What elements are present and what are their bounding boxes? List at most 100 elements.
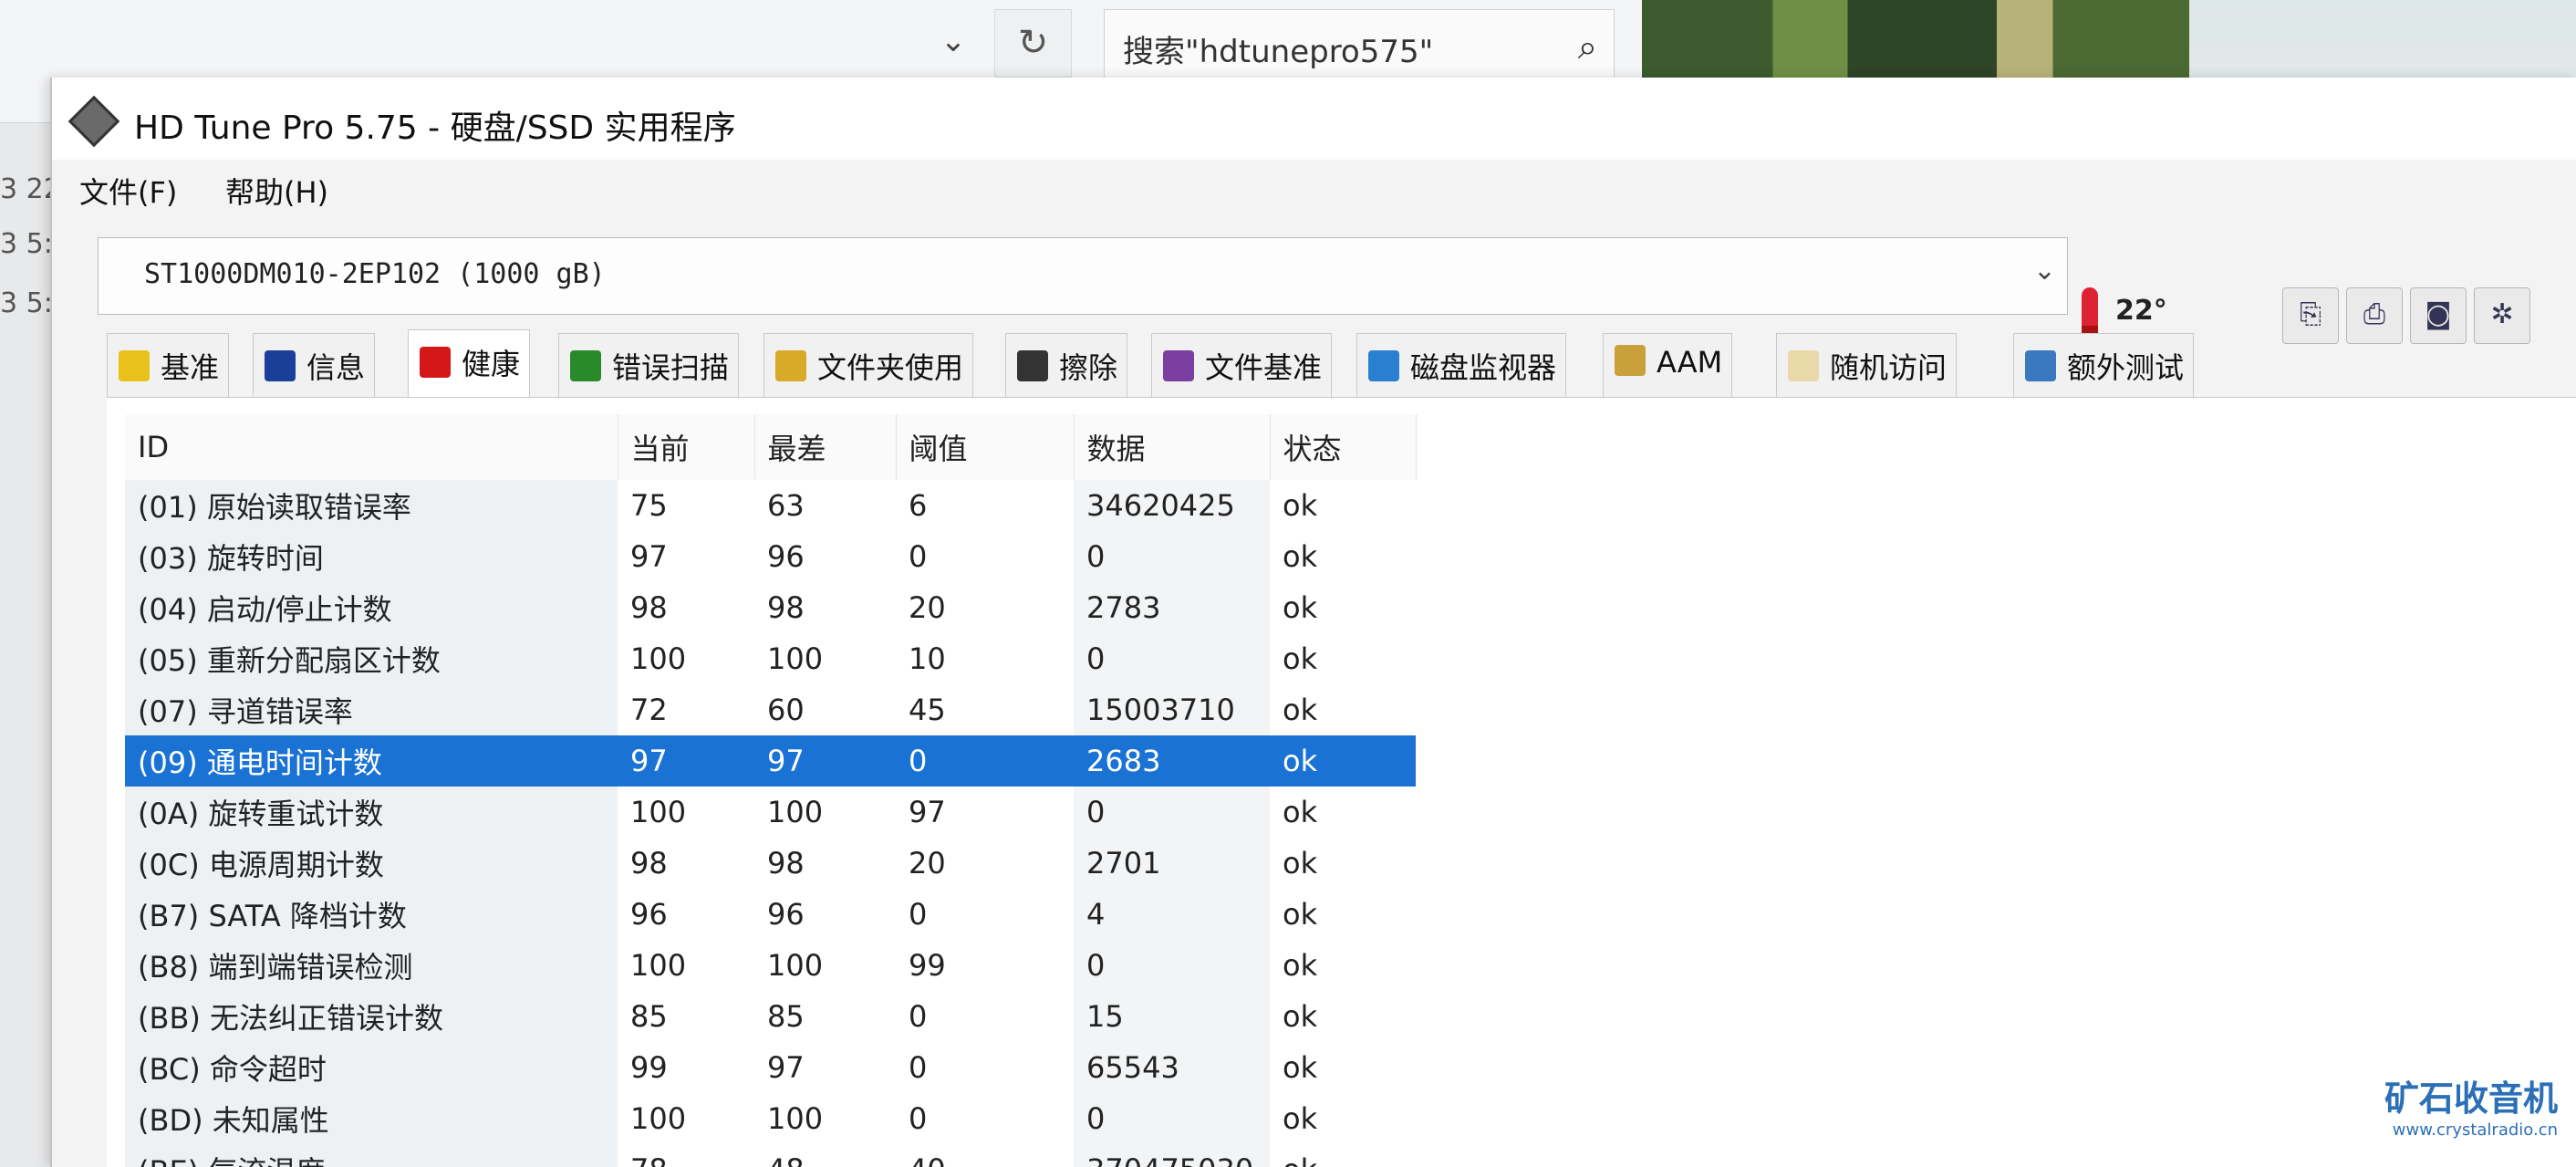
cell-current: 97 <box>618 735 754 787</box>
cell-data: 34620425 <box>1074 480 1270 531</box>
tab-disk-monitor[interactable]: 磁盘监视器 <box>1356 333 1567 397</box>
aam-icon <box>1615 345 1646 376</box>
cell-threshold: 45 <box>909 693 946 727</box>
cell-id: (05) 重新分配扇区计数 <box>125 633 618 684</box>
table-row[interactable]: (09) 通电时间计数 97 97 0 2683 ok <box>125 735 1416 787</box>
cell-id: (BE) 气流温度 <box>125 1144 618 1167</box>
menu-file[interactable]: 文件(F) <box>70 164 186 217</box>
cell-threshold: 0 <box>909 999 928 1034</box>
column-header-worst[interactable]: 最差 <box>754 414 897 480</box>
table-row[interactable]: (05) 重新分配扇区计数 100 100 10 0 ok <box>125 633 1416 684</box>
watermark-url: www.crystalradio.cn <box>2392 1120 2558 1140</box>
column-header-id[interactable]: ID <box>125 414 618 480</box>
table-header-row: ID 当前 最差 阈值 数据 状态 <box>125 414 1417 480</box>
table-row[interactable]: (04) 启动/停止计数 98 98 20 2783 ok <box>125 582 1416 633</box>
cell-threshold: 20 <box>909 590 946 625</box>
cell-id: (BB) 无法纠正错误计数 <box>125 991 618 1042</box>
refresh-icon[interactable]: ↻ <box>994 9 1072 78</box>
cell-data: 0 <box>1074 787 1270 838</box>
column-header-current[interactable]: 当前 <box>618 414 755 480</box>
cell-worst: 48 <box>754 1144 896 1167</box>
table-row[interactable]: (BD) 未知属性 100 100 0 0 ok <box>125 1093 1416 1144</box>
cell-data: 2701 <box>1074 838 1270 889</box>
cell-status: ok <box>1283 795 1318 829</box>
tab-info[interactable]: 信息 <box>253 333 376 397</box>
tab-extra-tests[interactable]: 额外测试 <box>2013 333 2195 397</box>
cell-data: 0 <box>1074 1093 1270 1144</box>
cell-status: ok <box>1283 488 1318 523</box>
cell-current: 100 <box>630 795 687 829</box>
chevron-down-icon[interactable]: ⌄ <box>2033 255 2056 287</box>
cell-current: 72 <box>630 693 668 727</box>
tab-random-access[interactable]: 随机访问 <box>1776 333 1958 397</box>
cell-id: (0C) 电源周期计数 <box>125 838 618 889</box>
table-row[interactable]: (BB) 无法纠正错误计数 85 85 0 15 ok <box>125 991 1416 1042</box>
cell-id: (BD) 未知属性 <box>125 1093 618 1144</box>
cell-worst: 100 <box>767 948 824 983</box>
cell-id: (0A) 旋转重试计数 <box>125 787 618 838</box>
cell-data: 65543 <box>1074 1042 1270 1093</box>
tab-health[interactable]: 健康 <box>408 329 531 399</box>
cell-worst: 96 <box>767 897 805 932</box>
table-row[interactable]: (0C) 电源周期计数 98 98 20 2701 ok <box>125 838 1416 889</box>
search-input[interactable]: 搜索"hdtunepro575" ⌕ <box>1104 9 1615 82</box>
cell-worst: 85 <box>767 999 805 1034</box>
tab-aam[interactable]: AAM <box>1603 333 1733 397</box>
benchmark-icon <box>119 350 150 381</box>
cell-worst: 96 <box>767 539 805 574</box>
cell-threshold: 6 <box>909 488 928 523</box>
smart-panel: ID 当前 最差 阈值 数据 状态 (01) 原始读取错误率 75 63 6 34620… <box>107 397 2576 1167</box>
cell-current: 96 <box>630 897 668 932</box>
table-row[interactable]: (03) 旋转时间 97 96 0 0 ok <box>125 531 1416 582</box>
cell-threshold: 99 <box>909 948 946 983</box>
address-dropdown-icon[interactable]: ⌄ <box>930 18 976 64</box>
column-header-status[interactable]: 状态 <box>1270 414 1417 480</box>
table-row[interactable]: (B8) 端到端错误检测 100 100 99 0 ok <box>125 940 1416 991</box>
cell-threshold: 0 <box>909 1050 928 1085</box>
cell-status: ok <box>1283 693 1318 727</box>
hdtune-window: HD Tune Pro 5.75 - 硬盘/SSD 实用程序 文件(F) 帮助(… <box>50 78 2576 1167</box>
table-row[interactable]: (B7) SATA 降档计数 96 96 0 4 ok <box>125 889 1416 940</box>
tab-benchmark[interactable]: 基准 <box>107 333 230 397</box>
cell-current: 98 <box>630 590 668 625</box>
column-header-data[interactable]: 数据 <box>1074 414 1271 480</box>
cell-current: 100 <box>630 948 687 983</box>
cell-status: ok <box>1270 735 1416 787</box>
cell-current: 100 <box>630 641 687 676</box>
cell-data: 0 <box>1074 940 1270 991</box>
cell-current: 99 <box>630 1050 668 1085</box>
tab-erase[interactable]: 擦除 <box>1005 333 1128 397</box>
table-row[interactable]: (0A) 旋转重试计数 100 100 97 0 ok <box>125 787 1416 838</box>
cell-worst: 97 <box>754 735 896 787</box>
extra-tests-icon <box>2025 350 2056 381</box>
tab-folder-usage[interactable]: 文件夹使用 <box>763 333 974 397</box>
folder-usage-icon <box>775 350 806 381</box>
watermark-main: 矿石收音机 <box>2384 1078 2558 1119</box>
table-row[interactable]: (BE) 气流温度784840370475030ok <box>125 1144 1416 1167</box>
smart-attributes-table: ID 当前 最差 阈值 数据 状态 (01) 原始读取错误率 75 63 6 34620… <box>125 414 1417 1167</box>
drive-select[interactable]: ST1000DM010-2EP102 (1000 gB) ⌄ <box>98 237 2068 315</box>
cell-status: ok <box>1283 1050 1318 1085</box>
options-icon[interactable]: ✲ <box>2474 287 2530 344</box>
cell-id: (B8) 端到端错误检测 <box>125 940 618 991</box>
menu-help[interactable]: 帮助(H) <box>216 164 338 217</box>
cell-id: (07) 寻道错误率 <box>125 684 618 735</box>
cell-worst: 60 <box>767 693 805 727</box>
column-header-threshold[interactable]: 阈值 <box>896 414 1075 480</box>
cell-id: (BC) 命令超时 <box>125 1042 618 1093</box>
titlebar[interactable]: HD Tune Pro 5.75 - 硬盘/SSD 实用程序 <box>52 78 2576 160</box>
menubar: 文件(F) 帮助(H) <box>52 164 2576 210</box>
table-row[interactable]: (BC) 命令超时 99 97 0 65543 ok <box>125 1042 1416 1093</box>
search-icon[interactable]: ⌕ <box>1578 26 1597 68</box>
tab-error-scan[interactable]: 错误扫描 <box>558 333 740 397</box>
cell-current: 98 <box>630 846 668 880</box>
drive-name: ST1000DM010-2EP102 (1000 gB) <box>144 258 606 290</box>
table-row[interactable]: (01) 原始读取错误率 75 63 6 34620425 ok <box>125 480 1416 531</box>
cell-data: 2683 <box>1074 735 1270 787</box>
tab-file-benchmark[interactable]: 文件基准 <box>1151 333 1333 397</box>
cell-status: ok <box>1283 590 1318 625</box>
cell-worst: 100 <box>767 641 824 676</box>
table-row[interactable]: (07) 寻道错误率 72 60 45 15003710 ok <box>125 684 1416 735</box>
cell-threshold: 40 <box>896 1144 1074 1167</box>
cell-threshold: 10 <box>909 641 946 676</box>
